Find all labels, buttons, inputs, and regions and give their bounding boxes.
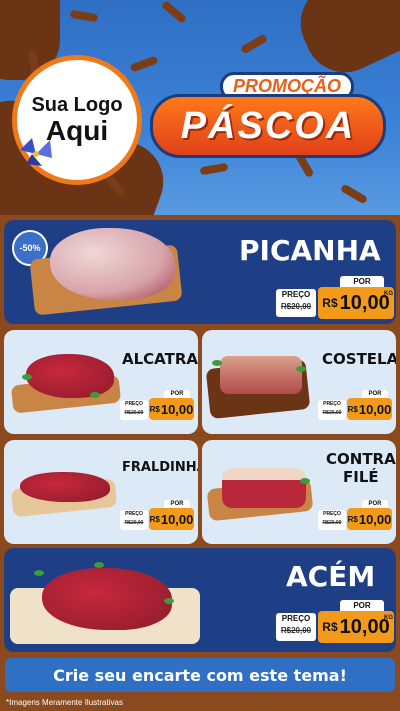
new-price-currency: R$ xyxy=(322,296,338,310)
sprinkle xyxy=(199,162,229,176)
herb-garnish xyxy=(22,374,32,380)
promo-title: PROMOÇÃO PÁSCOA xyxy=(150,72,390,158)
new-price-label: POR xyxy=(164,390,190,398)
new-price: R$ 10,00 xyxy=(347,508,392,530)
herb-garnish xyxy=(90,392,100,398)
new-price: R$ 10,00 xyxy=(149,508,194,530)
sprinkle xyxy=(160,0,188,25)
old-price: PREÇO R$20,00 xyxy=(120,400,148,420)
meat-illustration xyxy=(50,228,175,300)
new-price-label: POR xyxy=(340,600,384,611)
flower-icon xyxy=(20,138,52,166)
old-price-label: PREÇO xyxy=(323,401,341,407)
product-card-alcatra[interactable]: ALCATRA POR PREÇO R$20,00 R$ 10,00 xyxy=(4,330,198,434)
old-price-value: R$20,00 xyxy=(124,410,144,416)
new-price: R$ 10,00 xyxy=(318,611,394,643)
promo-title-line2: PÁSCOA xyxy=(150,94,386,158)
disclaimer-text: *Imagens Meramente Ilustrativas xyxy=(6,698,123,707)
herb-garnish xyxy=(300,478,310,484)
meat-illustration xyxy=(222,468,306,508)
price-tag: POR PREÇO R$20,00 R$ 10,00 xyxy=(318,390,392,422)
price-tag: POR PREÇO R$20,00 R$ 10,00 KG xyxy=(276,600,394,644)
sprinkle xyxy=(129,55,159,73)
sprinkle xyxy=(239,33,269,55)
herb-garnish xyxy=(34,570,44,576)
meat-illustration xyxy=(220,356,302,394)
new-price-value: 10,00 xyxy=(160,401,194,417)
meat-illustration xyxy=(20,472,110,502)
new-price-currency: R$ xyxy=(347,404,358,414)
sprinkle xyxy=(339,183,369,205)
unit-label: KG xyxy=(384,291,393,297)
create-flyer-button[interactable]: Crie seu encarte com este tema! xyxy=(5,658,395,692)
herb-garnish xyxy=(94,562,104,568)
product-card-acem[interactable]: ACÉM POR PREÇO R$20,00 R$ 10,00 KG xyxy=(4,548,396,652)
logo-line1: Sua Logo xyxy=(31,93,123,116)
new-price: R$ 10,00 xyxy=(347,398,392,420)
new-price-label: POR xyxy=(340,276,384,287)
old-price-value: R$20,00 xyxy=(280,302,312,311)
old-price: PREÇO R$20,00 xyxy=(318,400,346,420)
new-price-value: 10,00 xyxy=(339,615,390,638)
unit-label: KG xyxy=(384,615,393,621)
price-tag: POR PREÇO R$20,00 R$ 10,00 xyxy=(318,500,392,532)
new-price-value: 10,00 xyxy=(358,401,392,417)
old-price-value: R$20,00 xyxy=(322,410,342,416)
product-name: ALCATRA xyxy=(122,350,198,368)
sprinkle xyxy=(69,9,99,23)
product-card-fraldinha[interactable]: FRALDINHA POR PREÇO R$20,00 R$ 10,00 xyxy=(4,440,198,544)
old-price-label: PREÇO xyxy=(281,614,311,623)
meat-illustration xyxy=(26,354,114,398)
old-price: PREÇO R$20,00 xyxy=(276,613,316,641)
price-tag: POR PREÇO R$20,00 R$ 10,00 KG xyxy=(276,276,394,320)
product-name-line1: CONTRA xyxy=(326,450,396,468)
new-price-label: POR xyxy=(362,390,388,398)
new-price-currency: R$ xyxy=(322,620,338,634)
new-price: R$ 10,00 xyxy=(149,398,194,420)
new-price-label: POR xyxy=(362,500,388,508)
old-price-value: R$20,00 xyxy=(280,626,312,635)
product-name: ACÉM xyxy=(286,560,376,593)
old-price: PREÇO R$20,00 xyxy=(318,510,346,530)
herb-garnish xyxy=(212,360,222,366)
product-name: PICANHA xyxy=(239,234,381,267)
old-price: PREÇO R$20,00 xyxy=(120,510,148,530)
old-price-value: R$20,00 xyxy=(322,520,342,526)
old-price-label: PREÇO xyxy=(125,401,143,407)
product-name-line2: FILÉ xyxy=(343,468,379,486)
product-name: CONTRA FILÉ xyxy=(326,450,396,486)
old-price-value: R$20,00 xyxy=(124,520,144,526)
product-card-picanha[interactable]: -50% PICANHA POR PREÇO R$20,00 R$ 10,00 … xyxy=(4,220,396,324)
new-price-currency: R$ xyxy=(149,514,160,524)
old-price-label: PREÇO xyxy=(281,290,311,299)
herb-garnish xyxy=(164,598,174,604)
herb-garnish xyxy=(296,366,306,372)
new-price-value: 10,00 xyxy=(358,511,392,527)
meat-illustration xyxy=(42,568,172,630)
new-price-currency: R$ xyxy=(149,404,160,414)
product-card-costela[interactable]: COSTELA POR PREÇO R$20,00 R$ 10,00 xyxy=(202,330,396,434)
new-price-value: 10,00 xyxy=(160,511,194,527)
new-price-currency: R$ xyxy=(347,514,358,524)
promo-header: Sua Logo Aqui PROMOÇÃO PÁSCOA xyxy=(0,0,400,215)
old-price-label: PREÇO xyxy=(323,511,341,517)
product-name: COSTELA xyxy=(322,350,396,368)
old-price: PREÇO R$20,00 xyxy=(276,289,316,317)
new-price-value: 10,00 xyxy=(339,291,390,314)
price-tag: POR PREÇO R$20,00 R$ 10,00 xyxy=(120,390,194,422)
product-card-contra-file[interactable]: CONTRA FILÉ POR PREÇO R$20,00 R$ 10,00 xyxy=(202,440,396,544)
price-tag: POR PREÇO R$20,00 R$ 10,00 xyxy=(120,500,194,532)
new-price-label: POR xyxy=(164,500,190,508)
old-price-label: PREÇO xyxy=(125,511,143,517)
new-price: R$ 10,00 xyxy=(318,287,394,319)
product-name: FRALDINHA xyxy=(122,460,198,475)
